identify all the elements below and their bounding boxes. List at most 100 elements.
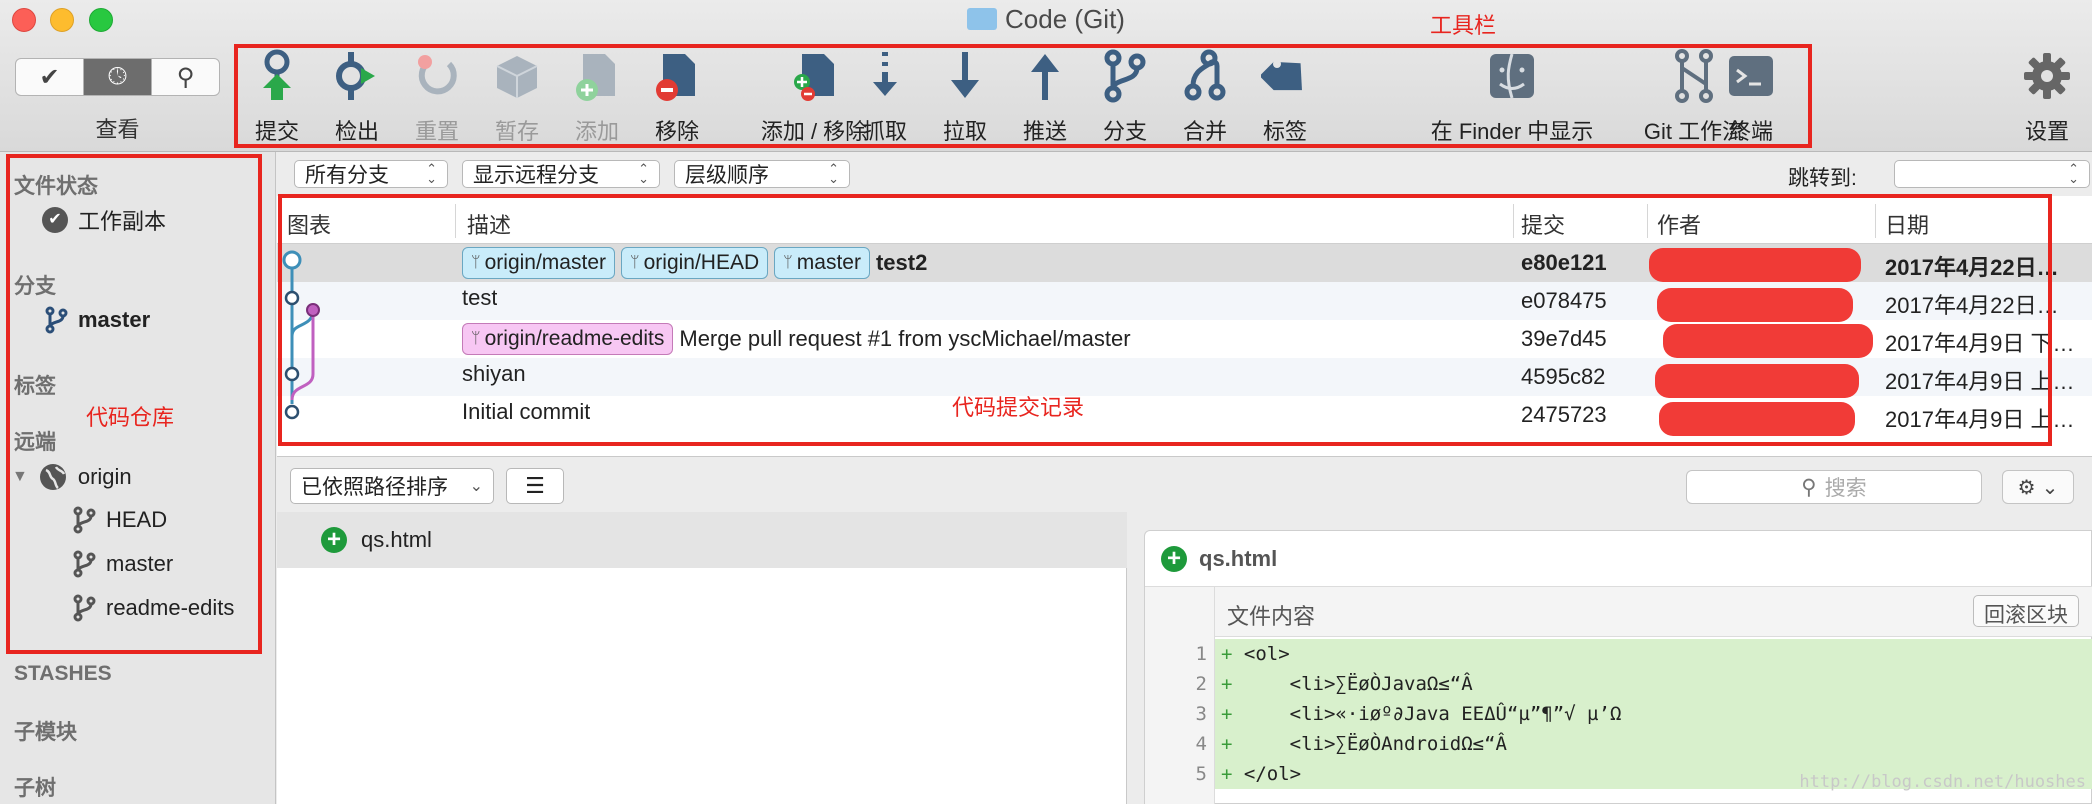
settings-label: 设置 — [2024, 119, 2069, 144]
toolbar-button-commit[interactable]: 提交 — [232, 46, 322, 146]
order-select[interactable]: 层级顺序 ⌃ ⌄ — [674, 160, 850, 188]
code-text: <li>∑ËøÒAndroidΩ≤“Â — [1243, 733, 1507, 755]
commit-message: test2 — [875, 250, 928, 275]
redaction-mark — [1655, 364, 1859, 398]
branch-icon — [45, 306, 68, 334]
sidebar-item-origin[interactable]: ▼ origin — [12, 462, 132, 492]
branch-icon — [73, 594, 96, 622]
submodules-header: 子模块 — [14, 721, 77, 744]
code-text: </ol> — [1243, 763, 1302, 785]
branch-filter-select[interactable]: 所有分支 ⌃ ⌄ — [294, 160, 448, 188]
repo-annotation: 代码仓库 — [86, 405, 175, 430]
history-view-button[interactable]: 🕓︎ — [84, 59, 152, 95]
folder-icon — [967, 8, 998, 30]
jump-to-label: 跳转到: — [1788, 167, 1857, 190]
toolbar-button-terminal[interactable]: 终端 — [1706, 46, 1796, 146]
toolbar-button-remove[interactable]: 移除 — [632, 46, 722, 146]
gear-icon: ⚙ — [2017, 476, 2036, 499]
window-title: Code (Git) — [0, 4, 2092, 35]
merge-icon — [1160, 46, 1250, 106]
sidebar-item-working-copy[interactable]: ✔ 工作副本 — [42, 204, 166, 236]
list-view-button[interactable]: ☰ — [506, 468, 564, 504]
search-placeholder: 搜索 — [1824, 477, 1867, 500]
remote-filter-value: 显示远程分支 — [473, 164, 599, 187]
line-number: 2 — [1195, 673, 1207, 695]
toolbar-button-push[interactable]: 推送 — [1000, 46, 1090, 146]
branches-header: 分支 — [14, 275, 56, 298]
branch-icon: ᛘ — [471, 330, 481, 347]
branch-icon — [1080, 46, 1170, 106]
hunk-header: 文件内容 回滚区块 — [1215, 587, 2092, 637]
fetch-icon — [840, 46, 930, 106]
ref-name: master — [796, 251, 861, 274]
toolbar-button-label: 重置 — [414, 119, 459, 144]
gear-icon — [2024, 53, 2070, 99]
toolbar-button-label: 添加 — [574, 119, 619, 144]
list-icon: ☰ — [525, 473, 545, 498]
file-options-button[interactable]: ⚙ ⌄ — [2002, 470, 2074, 504]
rollback-hunk-button[interactable]: 回滚区块 — [1973, 595, 2079, 627]
commit-description: test — [462, 285, 497, 311]
toolbar-button-tag[interactable]: 标签 — [1240, 46, 1330, 146]
toolbar-button-add[interactable]: 添加 — [552, 46, 642, 146]
redaction-mark — [1663, 324, 1873, 358]
toolbar-button-fetch[interactable]: 抓取 — [840, 46, 930, 146]
search-icon: ⚲ — [176, 63, 195, 91]
redaction-mark — [1659, 402, 1855, 436]
ref-name: origin/HEAD — [643, 251, 760, 274]
push-icon — [1000, 46, 1090, 106]
toolbar-button-label: 检出 — [334, 119, 379, 144]
sidebar-item-remote-head[interactable]: HEAD — [72, 506, 167, 534]
sidebar: 文件状态 ✔ 工作副本 分支 master 标签 远端 ▼ origin HEA… — [0, 152, 276, 804]
column-description[interactable]: 描述 — [467, 208, 511, 240]
ref-badge: ᛘ origin/master — [462, 247, 615, 279]
commit-icon — [232, 46, 322, 106]
remotes-header: 远端 — [14, 431, 56, 454]
toolbar-button-label: 合并 — [1182, 119, 1227, 144]
sort-select[interactable]: 已依照路径排序 ⌄ — [290, 468, 494, 504]
code-text: <ol> — [1243, 643, 1290, 665]
toolbar-button-merge[interactable]: 合并 — [1160, 46, 1250, 146]
jump-to-select[interactable]: ⌃ ⌄ — [1894, 160, 2090, 188]
redaction-mark — [1657, 288, 1853, 322]
toolbar-button-label: 推送 — [1022, 119, 1067, 144]
commit-date: 2017年4月22日… — [1885, 293, 2059, 318]
remove-icon — [632, 46, 722, 106]
commit-message: Merge pull request #1 from yscMichael/ma… — [679, 326, 1131, 351]
disclosure-triangle-icon[interactable]: ▼ — [12, 468, 28, 486]
window-title-text: Code (Git) — [1005, 4, 1125, 34]
search-input[interactable]: ⚲ 搜索 — [1686, 470, 1982, 504]
toolbar-button-pull[interactable]: 拉取 — [920, 46, 1010, 146]
column-author[interactable]: 作者 — [1657, 208, 1701, 240]
sort-value: 已依照路径排序 — [301, 476, 448, 499]
order-value: 层级顺序 — [685, 164, 769, 187]
sidebar-item-remote-master[interactable]: master — [72, 550, 173, 578]
remote-branch-label: readme-edits — [106, 595, 235, 620]
column-date[interactable]: 日期 — [1885, 208, 1929, 240]
file-name: qs.html — [361, 527, 432, 552]
sidebar-item-remote-readme-edits[interactable]: readme-edits — [72, 594, 234, 622]
check-view-button[interactable]: ✔ — [16, 59, 84, 95]
commit-description: shiyan — [462, 361, 526, 387]
toolbar-button-checkout[interactable]: 检出 — [312, 46, 402, 146]
remote-filter-select[interactable]: 显示远程分支 ⌃ ⌄ — [462, 160, 660, 188]
diff-line: 2 + <li>∑ËøÒJavaΩ≤“Â — [1145, 669, 2092, 699]
table-header: 图表 描述 提交 作者 日期 — [277, 196, 2092, 244]
list-item[interactable]: + qs.html — [277, 512, 1127, 568]
toolbar-button-stash[interactable]: 暂存 — [472, 46, 562, 146]
column-graph[interactable]: 图表 — [287, 208, 331, 240]
toolbar-button-finder[interactable]: 在 Finder 中显示 — [1422, 46, 1602, 146]
sidebar-item-master[interactable]: master — [44, 306, 150, 334]
branch-icon: ᛘ — [630, 254, 640, 271]
toolbar-button-reset[interactable]: 重置 — [392, 46, 482, 146]
commit-message: test — [462, 285, 498, 310]
settings-button[interactable]: 设置 — [2002, 46, 2092, 146]
search-view-button[interactable]: ⚲ — [152, 59, 219, 95]
commit-date: 2017年4月9日 上… — [1885, 407, 2075, 432]
tags-header: 标签 — [14, 375, 56, 398]
column-commit[interactable]: 提交 — [1521, 208, 1565, 240]
branch-icon — [73, 550, 96, 578]
toolbar-button-branch[interactable]: 分支 — [1080, 46, 1170, 146]
branch-master-label: master — [78, 307, 151, 332]
checkout-icon — [312, 46, 402, 106]
